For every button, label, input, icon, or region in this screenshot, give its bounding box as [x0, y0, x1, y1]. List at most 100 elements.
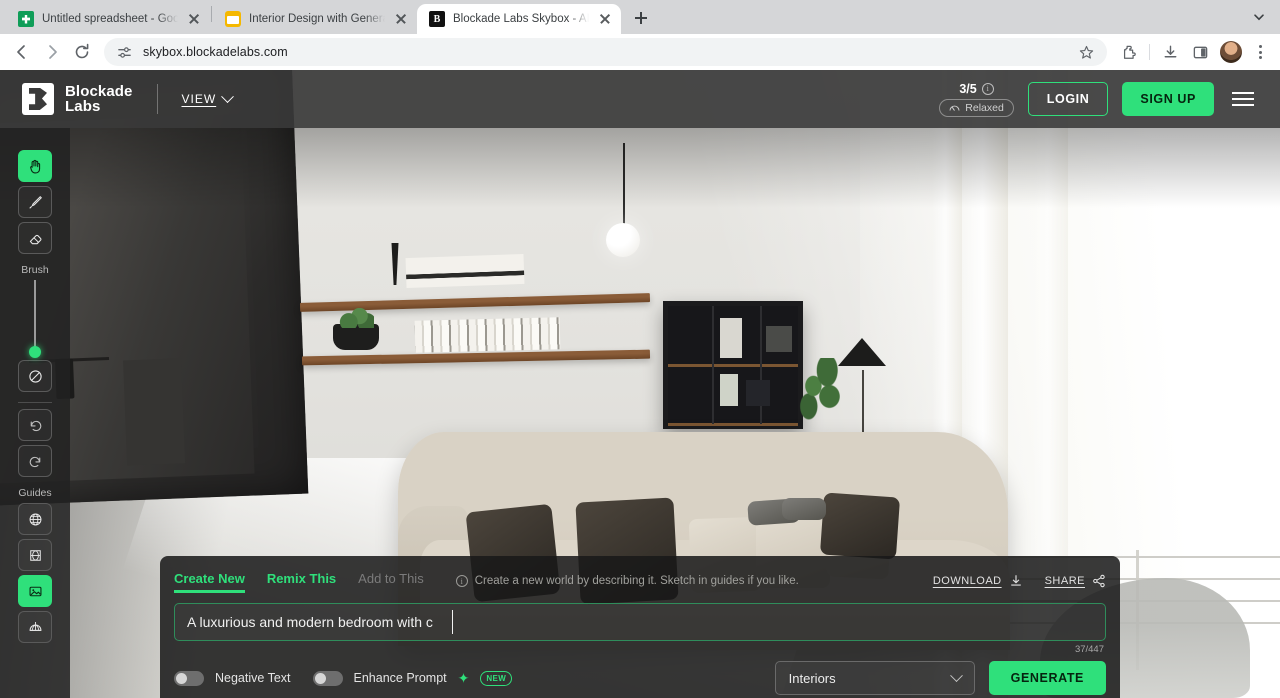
close-icon[interactable] — [597, 11, 613, 27]
blockade-labs-logo[interactable]: Blockade Labs — [22, 83, 133, 115]
sphere-guide[interactable] — [18, 503, 52, 535]
clear-tool[interactable] — [18, 360, 52, 392]
panel-tabs: Create New Remix This Add to This — [174, 571, 424, 592]
undo-icon — [27, 417, 44, 434]
login-button[interactable]: LOGIN — [1028, 82, 1109, 116]
alcove-panel — [123, 358, 185, 465]
tab-title: Untitled spreadsheet - Googl — [42, 13, 178, 25]
forward-icon[interactable] — [38, 38, 66, 66]
dome-guide[interactable] — [18, 611, 52, 643]
eraser-icon — [27, 230, 44, 247]
wall-shelf-unit — [663, 301, 803, 429]
side-panel-icon[interactable] — [1186, 38, 1214, 66]
blockade-icon: B — [429, 11, 445, 27]
panel-top-row: Create New Remix This Add to This i Crea… — [174, 568, 1106, 594]
style-select-value: Interiors — [789, 671, 836, 686]
header-divider — [157, 84, 158, 114]
brush-tool[interactable] — [18, 186, 52, 218]
enhance-prompt-label: Enhance Prompt — [354, 671, 447, 685]
text-cursor — [452, 610, 453, 634]
address-bar[interactable]: skybox.blockadelabs.com — [104, 38, 1107, 66]
pendant-cord — [623, 143, 625, 228]
download-button[interactable]: DOWNLOAD — [933, 574, 1023, 588]
browser-toolbar: skybox.blockadelabs.com — [0, 34, 1280, 70]
panel-actions: DOWNLOAD SHARE — [933, 574, 1106, 588]
brush-size-slider[interactable] — [34, 280, 36, 354]
tab-title: Blockade Labs Skybox - AI-G — [453, 13, 589, 25]
dome-icon — [27, 619, 44, 636]
rail-divider — [18, 402, 52, 403]
tab-add-to-this[interactable]: Add to This — [358, 571, 424, 592]
redo-button[interactable] — [18, 445, 52, 477]
negative-text-label: Negative Text — [215, 671, 291, 685]
browser-tab-1[interactable]: Untitled spreadsheet - Googl — [6, 4, 210, 34]
ban-icon — [27, 368, 44, 385]
blockade-logo-icon — [22, 83, 54, 115]
view-menu-button[interactable]: VIEW — [182, 92, 233, 106]
hamburger-menu-icon[interactable] — [1228, 88, 1258, 110]
browser-tab-3[interactable]: B Blockade Labs Skybox - AI-G — [417, 4, 621, 34]
hanging-plant — [795, 358, 841, 420]
image-icon — [27, 583, 44, 600]
browser-window: Untitled spreadsheet - Googl Interior De… — [0, 0, 1280, 698]
reload-icon[interactable] — [68, 38, 96, 66]
credits-indicator[interactable]: 3/5 i Relaxed — [939, 82, 1014, 117]
prompt-input[interactable] — [174, 603, 1106, 641]
close-icon[interactable] — [393, 11, 409, 27]
negative-text-toggle[interactable] — [174, 671, 204, 686]
site-settings-icon[interactable] — [116, 44, 133, 61]
brush-icon — [27, 194, 44, 211]
share-label: SHARE — [1045, 575, 1085, 587]
eraser-tool[interactable] — [18, 222, 52, 254]
tab-list-chevron-icon[interactable] — [1246, 4, 1272, 30]
chrome-menu-icon[interactable] — [1248, 40, 1272, 64]
tab-strip: Untitled spreadsheet - Googl Interior De… — [0, 0, 1280, 34]
profile-avatar[interactable] — [1220, 41, 1242, 63]
redo-icon — [27, 453, 44, 470]
pillow — [782, 498, 826, 520]
header-right-group: 3/5 i Relaxed LOGIN SIGN UP — [939, 82, 1258, 117]
downloads-icon[interactable] — [1156, 38, 1184, 66]
panel-right-group: Interiors GENERATE — [775, 661, 1106, 695]
enhance-prompt-toggle[interactable] — [313, 671, 343, 686]
speed-icon — [949, 103, 960, 112]
new-tab-button[interactable] — [627, 4, 655, 32]
style-select[interactable]: Interiors — [775, 661, 975, 695]
tab-create-new[interactable]: Create New — [174, 571, 245, 592]
chevron-down-icon — [950, 669, 963, 682]
browser-tab-2[interactable]: Interior Design with Generati — [213, 4, 417, 34]
tool-rail: Brush Guides — [0, 128, 70, 698]
status-badge-label: Relaxed — [965, 102, 1004, 114]
undo-button[interactable] — [18, 409, 52, 441]
folder-icon — [225, 11, 241, 27]
share-button[interactable]: SHARE — [1045, 574, 1106, 588]
slider-handle[interactable] — [29, 346, 41, 358]
info-icon[interactable]: i — [982, 83, 994, 95]
cube-guide[interactable] — [18, 539, 52, 571]
brush-label: Brush — [21, 264, 48, 276]
url-text: skybox.blockadelabs.com — [143, 45, 1068, 59]
image-guide[interactable] — [18, 575, 52, 607]
close-icon[interactable] — [186, 11, 202, 27]
bookmark-star-icon[interactable] — [1078, 44, 1095, 61]
status-badge[interactable]: Relaxed — [939, 99, 1014, 117]
prompt-panel: Create New Remix This Add to This i Crea… — [160, 556, 1120, 698]
negative-text-group: Negative Text — [174, 671, 291, 686]
hand-tool[interactable] — [18, 150, 52, 182]
sparkle-icon: ✦ — [458, 671, 470, 685]
extensions-icon[interactable] — [1115, 38, 1143, 66]
character-counter: 37/447 — [1075, 644, 1104, 655]
logo-wordmark: Blockade Labs — [65, 84, 133, 114]
pendant-lamp — [606, 223, 640, 257]
hand-icon — [27, 158, 44, 175]
generate-button[interactable]: GENERATE — [989, 661, 1106, 695]
back-icon[interactable] — [8, 38, 36, 66]
sheets-icon — [18, 11, 34, 27]
books-lower — [415, 317, 561, 353]
skybox-viewport[interactable]: Blockade Labs VIEW 3/5 i Relaxed — [0, 70, 1280, 698]
tab-remix-this[interactable]: Remix This — [267, 571, 336, 592]
books-upper — [406, 254, 525, 288]
plant-leaves — [338, 308, 374, 328]
credits-count: 3/5 — [959, 82, 976, 96]
signup-button[interactable]: SIGN UP — [1122, 82, 1214, 116]
